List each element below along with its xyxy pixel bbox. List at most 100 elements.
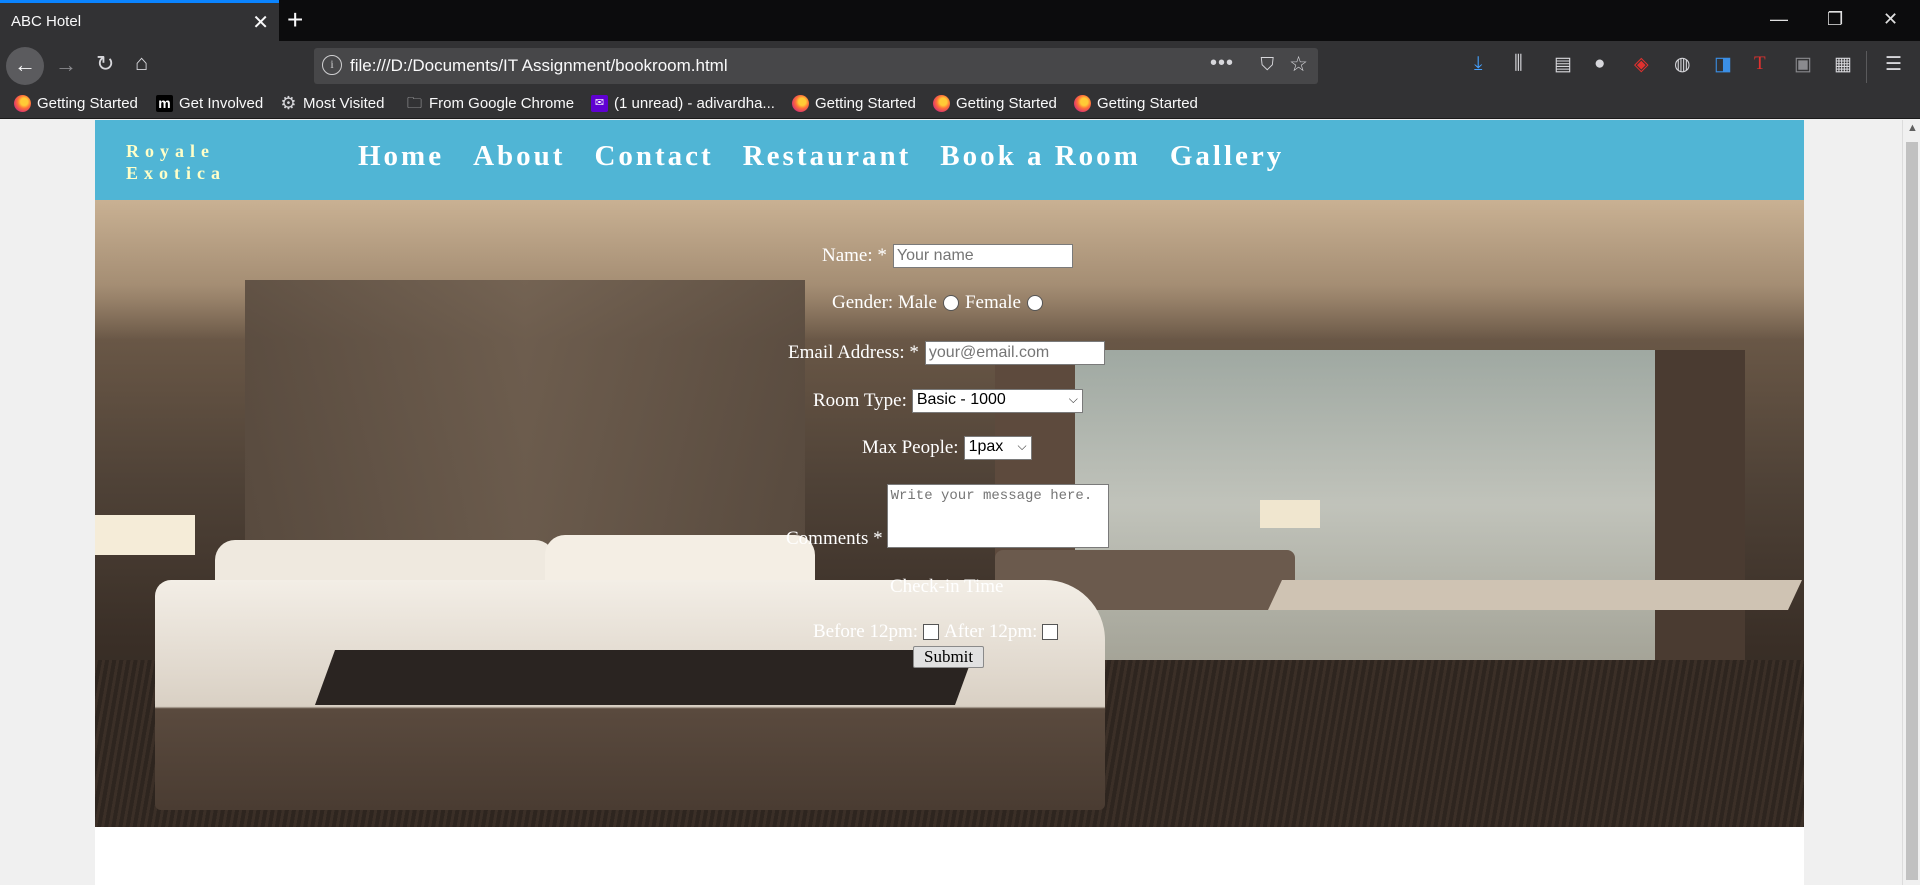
gender-female-radio[interactable] [1026, 295, 1043, 311]
max-people-value: 1pax [968, 438, 1004, 455]
menu-book-a-room[interactable]: Book a Room [940, 140, 1141, 173]
pocket-icon[interactable]: ⛉ [1261, 54, 1275, 75]
url-bar[interactable]: i file:///D:/Documents/IT Assignment/boo… [314, 48, 1318, 84]
site-info-icon[interactable]: i [322, 55, 342, 75]
download-icon[interactable]: ⤓ [1474, 53, 1482, 75]
max-people-row: Max People: 1pax ⌵ [862, 436, 1032, 460]
logo-line-2: Exotica [126, 163, 226, 183]
restore-button[interactable]: ❐ [1827, 9, 1843, 30]
logo-line-1: Royale [126, 141, 215, 161]
tab-title: ABC Hotel [11, 13, 82, 30]
submit-button[interactable]: Submit [913, 646, 985, 668]
firefox-icon [1074, 95, 1091, 112]
gear-icon: ⚙ [280, 93, 297, 113]
reload-button[interactable]: ↻ [96, 53, 114, 75]
checkin-heading: Check-in Time [890, 576, 1004, 597]
bookmark-label: Most Visited [303, 95, 385, 112]
menu-restaurant[interactable]: Restaurant [743, 140, 912, 173]
scrollbar-thumb[interactable] [1906, 142, 1918, 880]
toolbar-separator [1866, 51, 1867, 83]
sidebar-icon[interactable]: ▤ [1554, 53, 1572, 76]
scroll-up-icon[interactable]: ▲ [1907, 122, 1918, 134]
menu-gallery[interactable]: Gallery [1170, 140, 1284, 173]
firefox-icon [933, 95, 950, 112]
page-container: Royale Exotica Home About Contact Restau… [95, 120, 1804, 885]
comments-row: Comments * [786, 484, 1109, 549]
new-tab-button[interactable]: + [287, 4, 303, 36]
max-people-label: Max People: [862, 437, 959, 458]
extension-box-icon[interactable]: ▣ [1794, 53, 1812, 76]
library-icon[interactable]: ⫼ [1514, 53, 1523, 75]
hamburger-menu-icon[interactable]: ☰ [1885, 53, 1902, 76]
bookmark-label: Getting Started [956, 95, 1057, 112]
site-header: Royale Exotica Home About Contact Restau… [95, 120, 1804, 200]
comments-label: Comments * [786, 528, 883, 549]
chevron-down-icon: ⌵ [1017, 439, 1027, 453]
after-12pm-checkbox[interactable] [1042, 624, 1059, 640]
bookmark-most-visited[interactable]: ⚙ Most Visited [280, 93, 385, 113]
menu-contact[interactable]: Contact [594, 140, 713, 173]
bookmark-star-icon[interactable]: ☆ [1289, 52, 1308, 77]
ublock-icon[interactable]: ◈ [1634, 53, 1649, 76]
room-type-value: Basic - 1000 [916, 391, 1006, 408]
url-text[interactable]: file:///D:/Documents/IT Assignment/bookr… [350, 56, 728, 76]
room-type-select[interactable]: Basic - 1000 ⌵ [911, 389, 1083, 413]
site-logo[interactable]: Royale Exotica [126, 140, 226, 184]
bookmark-getting-started[interactable]: Getting Started [14, 95, 138, 112]
tab-close-icon[interactable]: ✕ [252, 10, 269, 35]
bookmarks-toolbar: Getting Started m Get Involved ⚙ Most Vi… [0, 91, 1920, 119]
bookmark-label: Getting Started [815, 95, 916, 112]
navigation-toolbar: ← → ↻ ⌂ i file:///D:/Documents/IT Assign… [0, 41, 1920, 91]
before-12pm-label: Before 12pm: [813, 621, 919, 642]
name-row: Name: * [822, 244, 1073, 268]
tab-abc-hotel[interactable]: ABC Hotel ✕ [0, 0, 279, 41]
tab-bar: ABC Hotel ✕ + — ❐ ✕ [0, 0, 1920, 41]
text-extension-icon[interactable]: T [1754, 53, 1766, 75]
main-menu: Home About Contact Restaurant Book a Roo… [358, 140, 1313, 173]
gender-male-radio[interactable] [942, 295, 959, 311]
page-scrollbar[interactable]: ▲ [1902, 120, 1920, 885]
bookmark-getting-started[interactable]: Getting Started [792, 95, 916, 112]
submit-row: Submit [913, 646, 985, 668]
extensions-grid-icon[interactable]: ▦ [1834, 53, 1852, 76]
forward-button[interactable]: → [55, 54, 77, 76]
menu-about[interactable]: About [473, 140, 565, 173]
m-icon: m [156, 95, 173, 112]
gender-female-label: Female [964, 292, 1021, 313]
email-label: Email Address: * [788, 342, 919, 363]
max-people-select[interactable]: 1pax ⌵ [963, 436, 1032, 460]
folder-icon: 🗀 [406, 95, 422, 112]
email-row: Email Address: * [788, 341, 1105, 365]
chevron-down-icon: ⌵ [1068, 392, 1078, 406]
yahoo-mail-icon: ✉ [591, 95, 608, 112]
bookmark-label: Getting Started [37, 95, 138, 112]
room-type-label: Room Type: [813, 390, 907, 411]
email-input[interactable] [924, 341, 1105, 365]
before-12pm-checkbox[interactable] [923, 624, 940, 640]
back-button[interactable]: ← [6, 47, 44, 85]
home-button[interactable]: ⌂ [135, 52, 148, 74]
bookmark-label: (1 unread) - adivardha... [614, 95, 775, 112]
bookmark-folder-chrome[interactable]: 🗀 From Google Chrome [406, 95, 574, 112]
page-actions-icon[interactable]: ••• [1210, 52, 1234, 75]
bookmark-getting-started[interactable]: Getting Started [1074, 95, 1198, 112]
bookmark-yahoo-mail[interactable]: ✉ (1 unread) - adivardha... [591, 95, 775, 112]
bookmark-label: From Google Chrome [429, 95, 575, 112]
globe-icon[interactable]: ◍ [1674, 53, 1691, 76]
firefox-icon [14, 95, 31, 112]
name-input[interactable] [892, 244, 1073, 268]
bookmark-get-involved[interactable]: m Get Involved [156, 95, 263, 112]
after-12pm-label: After 12pm: [944, 621, 1038, 642]
minimize-button[interactable]: — [1770, 9, 1788, 30]
close-window-button[interactable]: ✕ [1883, 9, 1898, 30]
name-label: Name: * [822, 245, 887, 266]
comments-textarea[interactable] [886, 484, 1109, 548]
firefox-icon [792, 95, 809, 112]
gender-row: Gender: Male Female [832, 292, 1049, 314]
extension-icon[interactable]: ◨ [1714, 53, 1732, 76]
bookmark-label: Getting Started [1097, 95, 1198, 112]
account-icon[interactable]: ● [1594, 53, 1605, 75]
gender-male-label: Gender: Male [832, 292, 937, 313]
menu-home[interactable]: Home [358, 140, 444, 173]
bookmark-getting-started[interactable]: Getting Started [933, 95, 1057, 112]
